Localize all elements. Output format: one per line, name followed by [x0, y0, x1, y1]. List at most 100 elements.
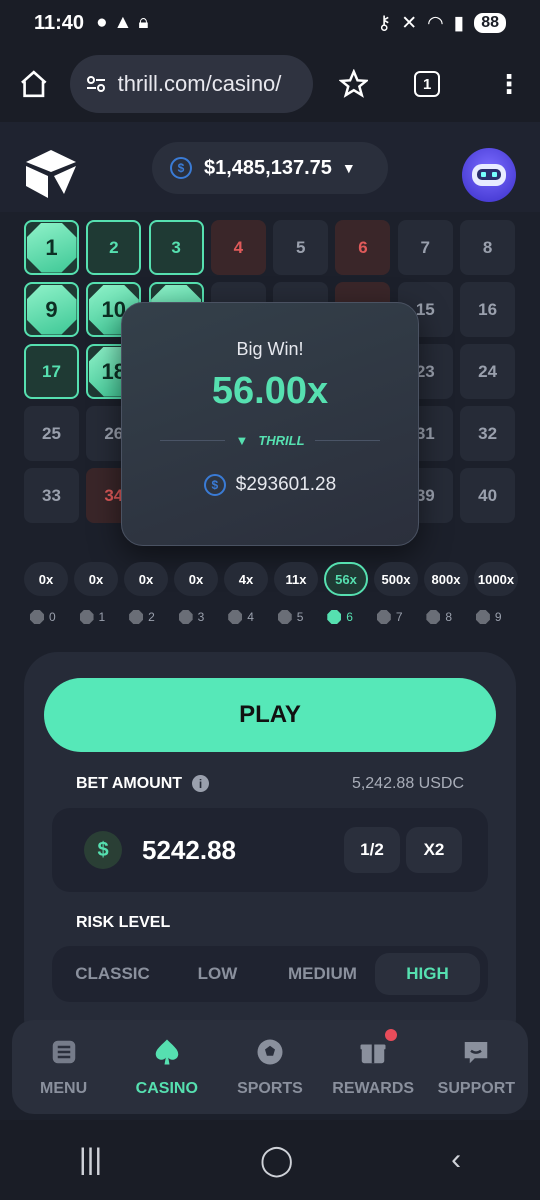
reddit-icon: ●: [96, 12, 108, 33]
keno-tile[interactable]: 24: [460, 344, 516, 399]
star-icon[interactable]: [338, 69, 369, 99]
hit-count-label: 5: [296, 610, 304, 624]
half-bet-button[interactable]: 1/2: [344, 827, 400, 873]
gem-icon: [327, 610, 342, 624]
payout-multiplier: 1000x: [474, 562, 518, 596]
home-button-icon[interactable]: ◯: [260, 1143, 294, 1178]
double-bet-button[interactable]: X2: [406, 827, 462, 873]
payout-multiplier: 0x: [74, 562, 118, 596]
payout-multiplier: 800x: [424, 562, 468, 596]
notification-icons: ● ▲ 🔒︎: [96, 12, 148, 34]
popup-divider: ▼ THRILL: [160, 433, 380, 448]
keno-tile[interactable]: 2: [86, 220, 142, 275]
payout-multiplier: 4x: [224, 562, 268, 596]
gem-icon: [30, 610, 44, 624]
clock: 11:40: [34, 11, 85, 34]
home-icon[interactable]: [18, 68, 50, 100]
notification-dot: [385, 1028, 398, 1041]
chat-icon: [461, 1037, 491, 1072]
more-menu-icon[interactable]: ⋮: [496, 71, 522, 97]
gem-icon: [79, 610, 94, 624]
payout-multiplier: 0x: [124, 562, 168, 596]
nav-item-casino[interactable]: CASINO: [119, 1037, 215, 1098]
back-icon[interactable]: ‹: [451, 1143, 461, 1177]
risk-level-label: RISK LEVEL: [76, 914, 171, 931]
keno-tile[interactable]: 33: [24, 468, 79, 523]
browser-toolbar: thrill.com/casino/ 1 ⋮: [0, 46, 540, 122]
nav-label: CASINO: [135, 1079, 198, 1097]
popup-brand: THRILL: [258, 433, 305, 448]
nav-item-menu[interactable]: MENU: [16, 1037, 112, 1098]
keno-tile[interactable]: 25: [24, 406, 79, 461]
url-text: thrill.com/casino/: [117, 71, 282, 96]
nav-label: REWARDS: [332, 1079, 415, 1097]
app-icon: ▲: [113, 12, 133, 33]
mute-icon: ✕: [401, 12, 418, 34]
risk-option-high[interactable]: HIGH: [375, 953, 480, 995]
popup-title: Big Win!: [236, 339, 304, 359]
nav-item-sports[interactable]: SPORTS: [222, 1037, 318, 1098]
system-nav-bar: ||| ◯ ‹: [0, 1120, 540, 1200]
recents-icon[interactable]: |||: [79, 1143, 102, 1177]
nav-item-rewards[interactable]: REWARDS: [325, 1028, 421, 1098]
big-win-popup: Big Win! 56.00x ▼ THRILL $ $293601.28: [121, 302, 419, 546]
hit-count: 3: [178, 610, 223, 624]
win-amount: $293601.28: [235, 474, 337, 495]
gem-icon: [376, 610, 391, 624]
keno-tile[interactable]: 5: [273, 220, 329, 275]
usdc-coin-icon: $: [170, 157, 192, 179]
win-multiplier: 56.00x: [211, 370, 329, 412]
thrill-logo[interactable]: [24, 146, 78, 200]
risk-option-classic[interactable]: CLASSIC: [60, 953, 165, 995]
balance-selector[interactable]: $ $1,485,137.75 ▼: [152, 142, 388, 194]
robot-icon: [472, 164, 506, 186]
status-bar: 11:40 ● ▲ 🔒︎ ⚷ ✕ ◠ ▮ 88: [0, 0, 540, 46]
bet-amount-label-text: BET AMOUNT: [76, 775, 183, 792]
nav-item-support[interactable]: SUPPORT: [428, 1037, 524, 1098]
bet-amount-field[interactable]: $ 5242.88 1/2 X2: [52, 808, 488, 892]
gem-icon: 1: [26, 222, 77, 273]
wifi-icon: ◠: [427, 12, 444, 34]
info-icon[interactable]: i: [192, 775, 210, 793]
hit-count: 2: [129, 610, 173, 624]
bottom-nav: MENU CASINO SPORTS REWARDS SUPPORT: [12, 1020, 528, 1114]
keno-tile[interactable]: 16: [460, 282, 516, 337]
keno-tile[interactable]: 17: [24, 344, 79, 399]
keno-tile[interactable]: 8: [460, 220, 516, 275]
menu-icon: [49, 1037, 79, 1072]
available-balance: 5,242.88 USDC: [351, 775, 464, 792]
tab-count-button[interactable]: 1: [414, 71, 440, 97]
key-icon: ⚷: [377, 12, 392, 34]
url-bar[interactable]: thrill.com/casino/: [69, 55, 313, 113]
battery-indicator: 88: [474, 13, 506, 33]
gift-icon: [358, 1037, 388, 1072]
spade-icon: [152, 1037, 182, 1072]
bet-amount-value[interactable]: 5242.88: [142, 835, 236, 866]
hit-count: 0: [30, 610, 74, 624]
risk-option-low[interactable]: LOW: [165, 953, 270, 995]
hit-count-label: 2: [148, 610, 155, 624]
keno-tile[interactable]: 3: [148, 220, 204, 275]
keno-tile[interactable]: 6: [335, 220, 391, 275]
usdc-coin-icon: $: [203, 474, 226, 496]
hit-count-label: 7: [395, 610, 403, 624]
payout-multiplier: 0x: [24, 562, 68, 596]
bet-amount-label: BET AMOUNT i: [76, 775, 210, 793]
hit-count-label: 4: [247, 610, 254, 624]
hit-count-label: 1: [98, 610, 106, 624]
site-settings-icon[interactable]: [84, 72, 108, 96]
avatar[interactable]: [462, 148, 516, 202]
risk-option-medium[interactable]: MEDIUM: [270, 953, 375, 995]
keno-tile[interactable]: 32: [460, 406, 516, 461]
lock-icon: 🔒︎: [138, 12, 149, 33]
payout-multiplier: 500x: [374, 562, 418, 596]
hit-count: 8: [426, 610, 470, 624]
gem-icon: [129, 610, 144, 624]
play-button[interactable]: PLAY: [44, 678, 496, 752]
keno-tile[interactable]: 7: [397, 220, 453, 275]
keno-tile[interactable]: 9: [24, 282, 79, 337]
hit-count-row: 0 1 2 3 4 5 6 7 8 9: [30, 610, 520, 624]
keno-tile[interactable]: 4: [210, 220, 266, 275]
keno-tile[interactable]: 40: [460, 468, 516, 523]
keno-tile[interactable]: 1: [24, 220, 79, 275]
